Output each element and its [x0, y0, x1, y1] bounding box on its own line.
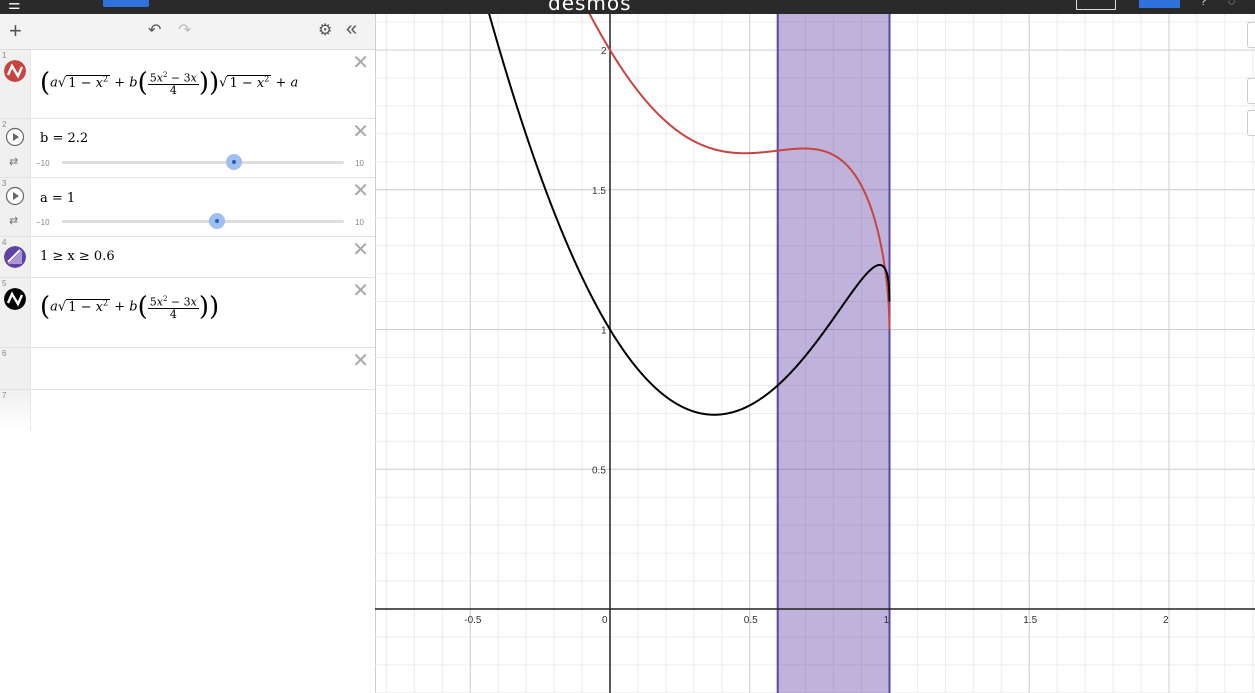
expression-row-3[interactable]: 3 ⇄ a = 1 −10 10 ✕ [0, 178, 375, 237]
expression-row-2[interactable]: 2 ⇄ b = 2.2 −10 10 ✕ [0, 119, 375, 178]
x-tick-label: 1 [884, 615, 890, 626]
close-icon[interactable]: ✕ [352, 240, 369, 260]
sign-in-button[interactable] [1139, 0, 1180, 8]
slider-track[interactable] [62, 161, 344, 164]
slider-max[interactable]: 10 [355, 159, 364, 168]
slider-min[interactable]: −10 [36, 218, 50, 227]
x-tick-label: -0.5 [464, 615, 482, 626]
inequality-expression[interactable]: 1 ≥ x ≥ 0.6 [40, 249, 115, 264]
expression-row-1[interactable]: 1 (a√ 1 − x2 + b(5x2 − 3x 4))√ 1 − x2 + a ✕ [0, 50, 375, 119]
zoom-in-button[interactable] [1247, 22, 1255, 48]
x-tick-label: 1.5 [1023, 615, 1037, 626]
expression-5-math[interactable]: (a√ 1 − x2 + b(5x2 − 3x 4)) [40, 292, 219, 322]
desmos-logo: desmos [548, 0, 632, 14]
slider-a-handle[interactable] [209, 213, 225, 229]
graph-color-icon-red[interactable] [4, 60, 26, 82]
undo-icon[interactable]: ↶ [148, 22, 161, 40]
slider-track[interactable] [62, 220, 344, 223]
close-icon[interactable]: ✕ [352, 53, 369, 73]
slider-b-label[interactable]: b = 2.2 [40, 131, 88, 146]
x-tick-label: 0 [602, 615, 608, 626]
expression-row-7[interactable]: 7 [0, 390, 375, 430]
x-tick-label: 0.5 [744, 615, 758, 626]
slider-a-label[interactable]: a = 1 [40, 191, 75, 206]
slider-max[interactable]: 10 [355, 218, 364, 227]
share-button[interactable] [1076, 0, 1116, 10]
top-bar: ☰ desmos ? ◌ [0, 0, 1255, 14]
loop-icon[interactable]: ⇄ [9, 155, 18, 168]
home-button[interactable] [1247, 110, 1255, 136]
expression-panel: + ↶ ↷ ⚙ « 1 (a√ 1 − x2 + b(5x2 − 3x 4))√ 1 … [0, 14, 376, 693]
expression-toolbar: + ↶ ↷ ⚙ « [0, 14, 375, 50]
shade-color-icon-purple[interactable] [4, 246, 26, 268]
plus-icon[interactable]: + [9, 20, 22, 42]
close-icon[interactable]: ✕ [352, 181, 369, 201]
close-icon[interactable]: ✕ [352, 122, 369, 142]
x-tick-label: 2 [1163, 615, 1169, 626]
zoom-out-button[interactable] [1247, 78, 1255, 104]
expression-row-6[interactable]: 6 ✕ [0, 348, 375, 390]
slider-b-handle[interactable] [226, 154, 242, 170]
y-tick-label: 0.5 [592, 465, 606, 476]
loop-icon[interactable]: ⇄ [9, 214, 18, 227]
graph-canvas[interactable]: -0.5 0 0.5 1 1.5 2 2 1.5 1 0.5 [375, 14, 1255, 693]
double-chevron-left-icon[interactable]: « [346, 19, 357, 39]
y-tick-label: 1 [601, 326, 607, 337]
close-icon[interactable]: ✕ [352, 351, 369, 371]
y-tick-label: 2 [601, 46, 607, 57]
y-tick-label: 1.5 [592, 186, 606, 197]
expression-row-4[interactable]: 4 1 ≥ x ≥ 0.6 ✕ [0, 237, 375, 278]
play-icon[interactable] [5, 127, 25, 147]
gear-icon[interactable]: ⚙ [318, 22, 332, 40]
play-icon[interactable] [5, 186, 25, 206]
help-icon[interactable]: ? [1200, 0, 1207, 8]
graph-svg[interactable]: -0.5 0 0.5 1 1.5 2 2 1.5 1 0.5 [375, 14, 1255, 693]
graph-color-icon-black[interactable] [4, 288, 26, 310]
close-icon[interactable]: ✕ [352, 281, 369, 301]
shaded-region [777, 14, 890, 693]
slider-min[interactable]: −10 [36, 159, 50, 168]
redo-icon[interactable]: ↷ [178, 22, 191, 40]
save-badge[interactable] [103, 0, 149, 7]
expression-1-math[interactable]: (a√ 1 − x2 + b(5x2 − 3x 4))√ 1 − x2 + a [40, 68, 298, 98]
globe-icon[interactable]: ◌ [1228, 0, 1235, 8]
menu-icon[interactable]: ☰ [8, 0, 21, 13]
expression-row-5[interactable]: 5 (a√ 1 − x2 + b(5x2 − 3x 4)) ✕ [0, 278, 375, 348]
